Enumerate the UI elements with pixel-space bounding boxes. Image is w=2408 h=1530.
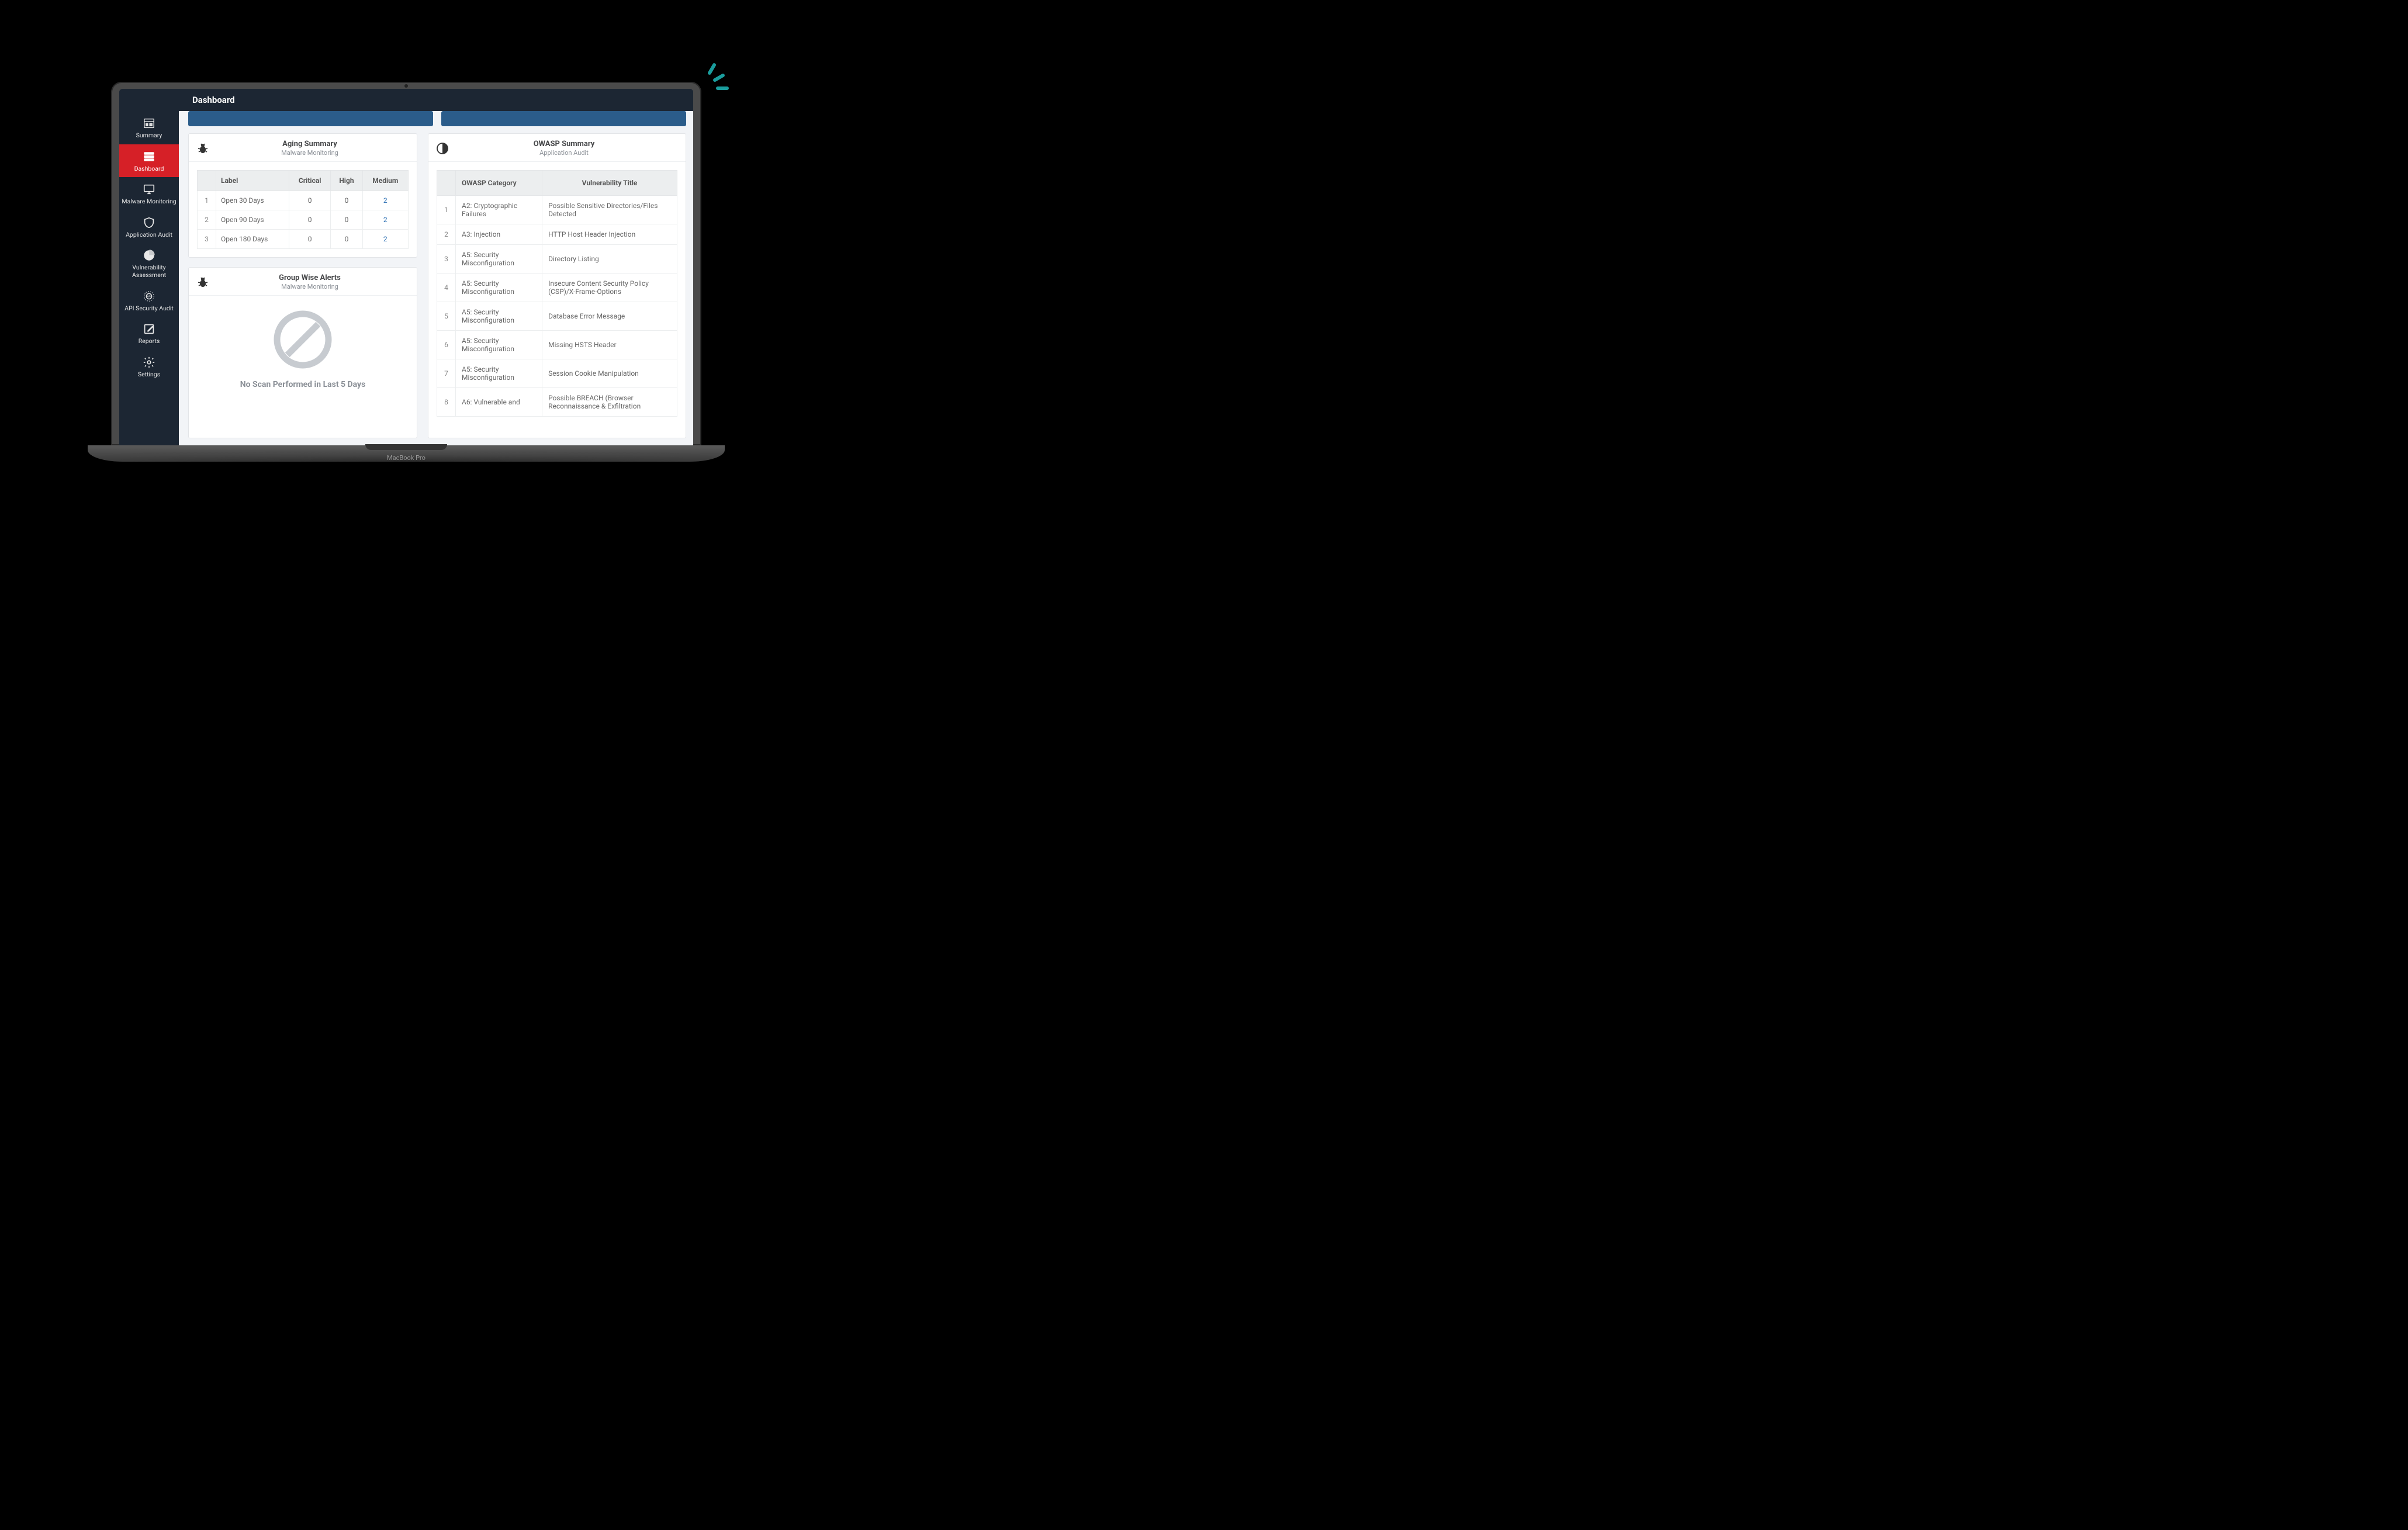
table-row: 3 Open 180 Days 0 0 2 [198, 230, 409, 249]
col-medium: Medium [362, 171, 408, 191]
page-title: Dashboard [192, 95, 235, 105]
api-icon: API [143, 290, 155, 303]
card-subtitle: Malware Monitoring [210, 149, 410, 157]
table-row: 2 A3: Injection HTTP Host Header Injecti… [437, 224, 677, 245]
gear-icon [143, 356, 155, 369]
sparkle-decoration [700, 64, 735, 99]
banner-right[interactable] [441, 111, 686, 126]
table-row: 1 A2: Cryptographic Failures Possible Se… [437, 196, 677, 224]
col-high: High [331, 171, 362, 191]
table-row: 1 Open 30 Days 0 0 2 [198, 191, 409, 210]
laptop-brand: MacBook Pro [387, 454, 425, 462]
owasp-table: OWASP Category Vulnerability Title 1 A2: [437, 170, 677, 417]
medium-link[interactable]: 2 [383, 216, 388, 224]
sidebar-item-reports[interactable]: Reports [119, 317, 179, 350]
sidebar-item-label: Settings [122, 371, 177, 379]
owasp-summary-card: OWASP Summary Application Audit [428, 133, 686, 438]
sidebar-item-label: Application Audit [122, 231, 177, 239]
medium-link[interactable]: 2 [383, 235, 388, 243]
sidebar-item-label: Malware Monitoring [122, 198, 177, 206]
no-scan-text: No Scan Performed in Last 5 Days [240, 380, 366, 389]
sidebar-item-label: Dashboard [122, 165, 177, 173]
card-title: Aging Summary [210, 140, 410, 148]
col-label: Label [216, 171, 289, 191]
monitor-icon [143, 183, 155, 196]
table-row: 2 Open 90 Days 0 0 2 [198, 210, 409, 230]
sidebar-item-label: Summary [122, 132, 177, 140]
pie-chart-icon [143, 249, 155, 262]
card-title: OWASP Summary [449, 140, 679, 148]
banner-row [188, 111, 686, 126]
app-screen: Dashboard Summary Dashboard [119, 89, 693, 445]
laptop-base: MacBook Pro [88, 445, 725, 462]
table-row: 7 A5: Security Misconfiguration Session … [437, 359, 677, 388]
sidebar-item-label: Reports [122, 338, 177, 345]
table-row: 3 A5: Security Misconfiguration Director… [437, 245, 677, 274]
contrast-icon [435, 141, 449, 155]
shield-icon [143, 216, 155, 229]
bug-icon [196, 141, 210, 155]
col-critical: Critical [289, 171, 331, 191]
table-row: 4 A5: Security Misconfiguration Insecure… [437, 274, 677, 302]
col-owasp-category: OWASP Category [455, 171, 542, 196]
table-row: 8 A6: Vulnerable and Possible BREACH (Br… [437, 388, 677, 417]
card-title: Group Wise Alerts [210, 274, 410, 282]
card-subtitle: Malware Monitoring [210, 283, 410, 290]
sidebar-item-label: Vulnerability Assessment [122, 264, 177, 279]
laptop-shadow [88, 462, 725, 491]
main-content: Aging Summary Malware Monitoring [179, 111, 693, 445]
sidebar-item-application-audit[interactable]: Application Audit [119, 210, 179, 244]
dashboard-icon [143, 150, 155, 163]
bug-icon [196, 275, 210, 289]
edit-icon [143, 323, 155, 335]
svg-text:API: API [147, 295, 151, 298]
aging-summary-table: Label Critical High Medium [197, 170, 409, 249]
sidebar-item-summary[interactable]: Summary [119, 111, 179, 144]
col-vulnerability-title: Vulnerability Title [542, 171, 677, 196]
table-row: 6 A5: Security Misconfiguration Missing … [437, 331, 677, 359]
sidebar-item-label: API Security Audit [122, 305, 177, 313]
topbar: Dashboard [119, 89, 693, 111]
sidebar-item-vulnerability-assessment[interactable]: Vulnerability Assessment [119, 243, 179, 283]
aging-summary-card: Aging Summary Malware Monitoring [188, 133, 417, 258]
sidebar-item-api-security-audit[interactable]: API API Security Audit [119, 284, 179, 317]
sidebar: Summary Dashboard Malware Monitoring [119, 111, 179, 445]
card-subtitle: Application Audit [449, 149, 679, 157]
table-row: 5 A5: Security Misconfiguration Database… [437, 302, 677, 331]
summary-icon [143, 117, 155, 130]
sidebar-item-dashboard[interactable]: Dashboard [119, 144, 179, 178]
banner-left[interactable] [188, 111, 433, 126]
camera-dot [404, 84, 408, 88]
medium-link[interactable]: 2 [383, 196, 388, 205]
laptop-mockup: Dashboard Summary Dashboard [111, 82, 701, 491]
group-wise-alerts-card: Group Wise Alerts Malware Monitoring [188, 267, 417, 438]
no-data-icon [271, 307, 335, 372]
sidebar-item-malware-monitoring[interactable]: Malware Monitoring [119, 177, 179, 210]
sidebar-item-settings[interactable]: Settings [119, 350, 179, 383]
